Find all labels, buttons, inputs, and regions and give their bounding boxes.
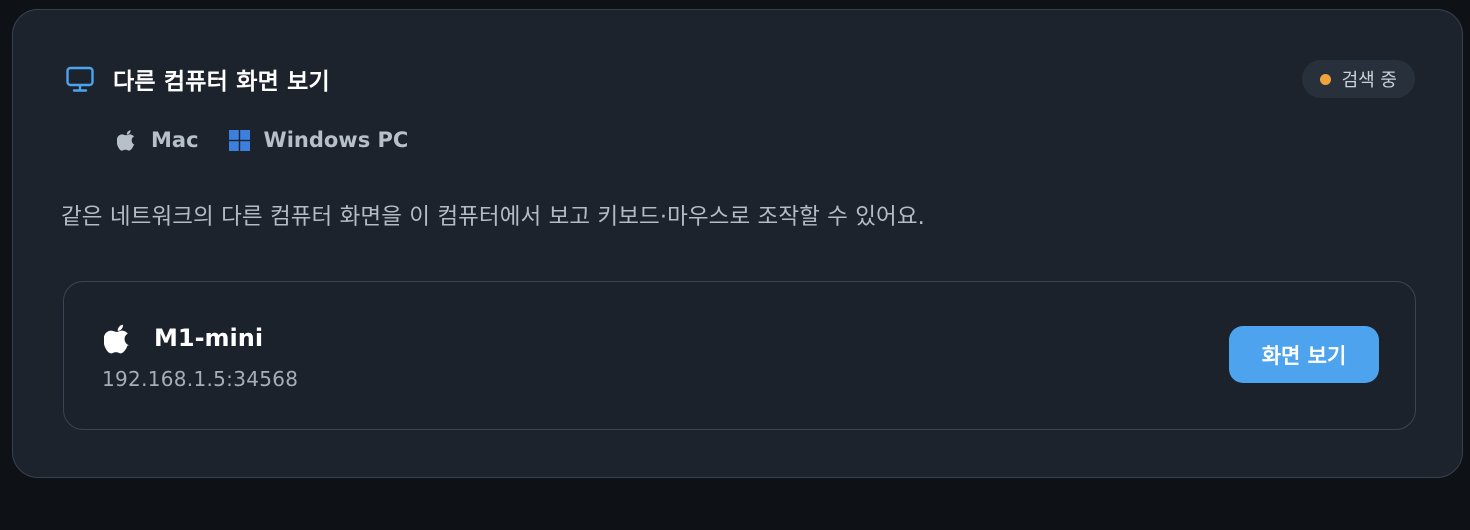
panel-header: 다른 컴퓨터 화면 보기 (65, 62, 330, 96)
status-label: 검색 중 (1341, 70, 1397, 91)
platform-mac: Mac (116, 128, 199, 152)
platform-windows: Windows PC (228, 128, 409, 152)
view-screen-button[interactable]: 화면 보기 (1229, 326, 1379, 383)
device-name-row: M1-mini (103, 320, 264, 356)
windows-icon (228, 129, 250, 151)
device-address: 192.168.1.5:34568 (102, 367, 299, 391)
page-title: 다른 컴퓨터 화면 보기 (113, 69, 330, 95)
monitor-icon (65, 64, 95, 94)
device-name: M1-mini (154, 324, 264, 352)
status-badge: 검색 중 (1301, 60, 1415, 98)
apple-icon (103, 323, 132, 354)
apple-icon (116, 129, 137, 151)
status-dot (1319, 73, 1331, 85)
device-card: M1-mini 192.168.1.5:34568 화면 보기 (63, 281, 1416, 430)
platform-label: Mac (151, 128, 199, 152)
platform-label: Windows PC (263, 128, 409, 152)
remote-screen-panel: 다른 컴퓨터 화면 보기 검색 중 Mac Windows PC 같은 네트워크… (12, 9, 1463, 478)
panel-description: 같은 네트워크의 다른 컴퓨터 화면을 이 컴퓨터에서 보고 키보드·마우스로 … (61, 204, 925, 230)
supported-platforms: Mac Windows PC (116, 124, 438, 156)
